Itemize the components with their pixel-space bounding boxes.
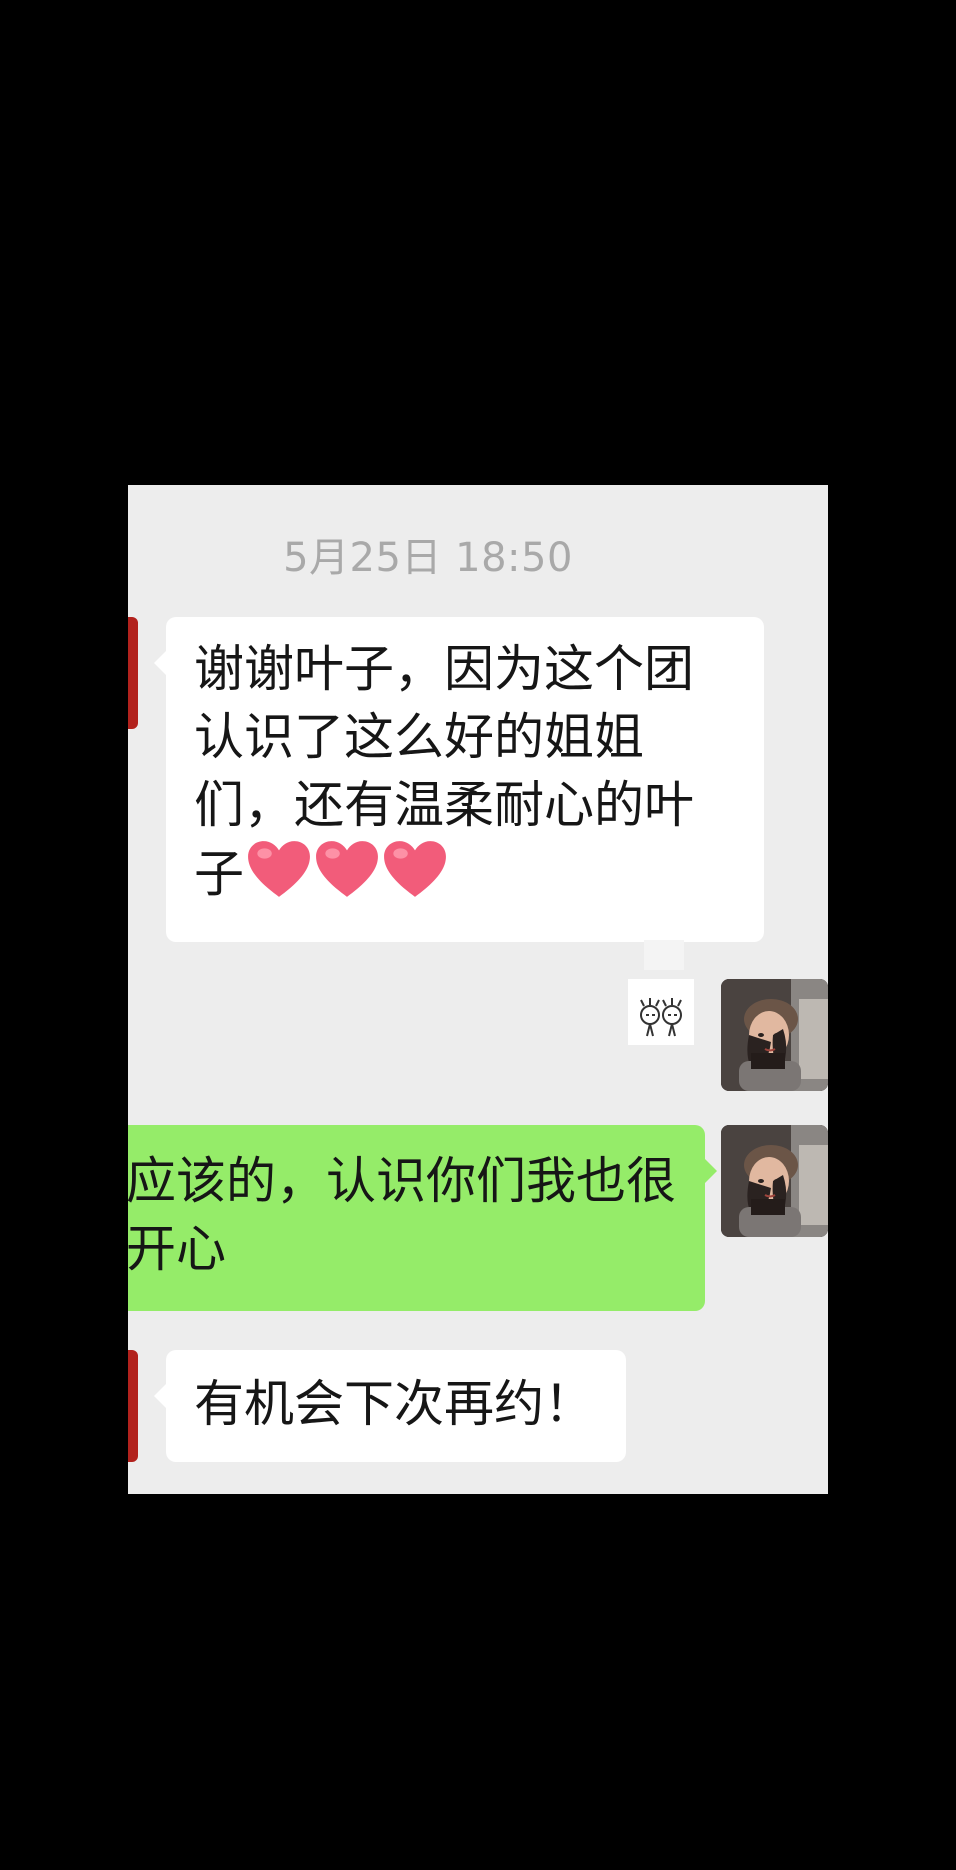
incoming-message-bubble[interactable]: 谢谢叶子，因为这个团认识了这么好的姐姐们，还有温柔耐心的叶子 [154,617,764,942]
heart-emoji-group [244,841,448,903]
outgoing-message-bubble[interactable]: 应该的，认识你们我也很开心 [128,1125,717,1311]
message-text: 有机会下次再约！ [194,1375,594,1433]
stick-figures-sticker-icon [640,998,682,1037]
incoming-message-bubble[interactable]: 有机会下次再约！ [154,1350,626,1462]
self-avatar[interactable] [721,1125,828,1237]
message-timestamp: 5月25日 18:50 [283,535,573,581]
heart-icon [384,841,446,897]
other-avatar[interactable] [128,617,138,729]
sticker-message[interactable] [628,979,694,1045]
avatar-photo-icon [721,1125,828,1237]
heart-icon [248,841,310,897]
heart-icon [316,841,378,897]
sticker-shadow [644,940,684,970]
self-avatar[interactable] [721,979,828,1091]
avatar-photo-icon [721,979,828,1091]
other-avatar[interactable] [128,1350,138,1462]
chat-screen: 5月25日 18:50 谢谢叶子，因为这个团认识了这么好的姐姐们，还有温柔耐心的… [128,485,828,1494]
message-text: 应该的，认识你们我也很开心 [128,1152,676,1278]
